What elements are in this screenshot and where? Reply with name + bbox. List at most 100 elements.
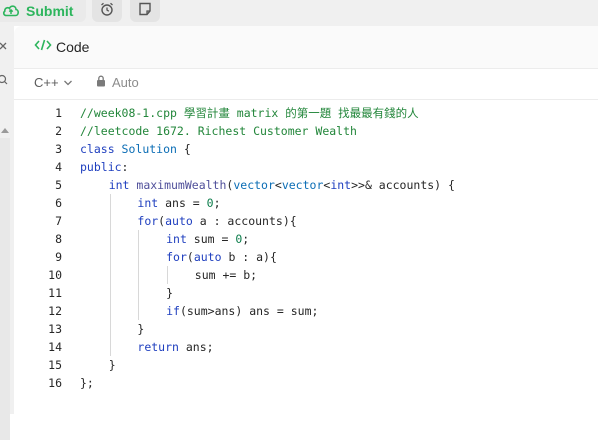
line-number: 13 bbox=[48, 322, 62, 336]
line-number: 5 bbox=[55, 178, 62, 192]
code-editor[interactable]: 1 //week08-1.cpp 學習計畫 matrix 的第一題 找最最有錢的人… bbox=[14, 104, 598, 414]
code-token: for bbox=[166, 250, 187, 264]
indent-guide bbox=[109, 194, 111, 212]
indent-guide bbox=[109, 248, 111, 266]
history-button[interactable] bbox=[92, 0, 122, 22]
indent-guide bbox=[109, 338, 111, 356]
code-line[interactable]: 9 for(auto b : a){ bbox=[14, 248, 598, 266]
code-token: int bbox=[108, 178, 137, 192]
close-icon[interactable] bbox=[0, 40, 10, 54]
indent-guide bbox=[138, 248, 140, 266]
search-icon[interactable] bbox=[0, 74, 10, 88]
line-number: 15 bbox=[48, 358, 62, 372]
code-token: 0 bbox=[206, 196, 214, 210]
code-text: return ans; bbox=[137, 338, 213, 356]
code-token: } bbox=[166, 286, 174, 300]
code-line[interactable]: 10 sum += b; bbox=[14, 266, 598, 284]
code-line[interactable]: 2 //leetcode 1672. Richest Customer Wealt… bbox=[14, 122, 598, 140]
code-token: sum += b; bbox=[194, 268, 258, 282]
line-number: 1 bbox=[55, 106, 62, 120]
line-number: 2 bbox=[55, 124, 62, 138]
auto-mode-toggle[interactable]: Auto bbox=[96, 75, 139, 90]
code-text: if(sum>ans) ans = sum; bbox=[166, 302, 318, 320]
alarm-clock-icon bbox=[99, 1, 115, 22]
code-line[interactable]: 3 class Solution { bbox=[14, 140, 598, 158]
code-token: } bbox=[137, 322, 145, 336]
code-token: sum = bbox=[193, 232, 236, 246]
submit-label: Submit bbox=[26, 3, 74, 19]
language-select[interactable]: C++ bbox=[34, 75, 73, 90]
code-token: int bbox=[330, 178, 352, 192]
line-number: 4 bbox=[55, 160, 62, 174]
indent-guide bbox=[109, 320, 111, 338]
code-token: int bbox=[166, 232, 194, 246]
line-number: 16 bbox=[48, 376, 62, 390]
code-text: int sum = 0; bbox=[166, 230, 249, 248]
code-text: //leetcode 1672. Richest Customer Wealth bbox=[80, 122, 357, 140]
code-line[interactable]: 6 int ans = 0; bbox=[14, 194, 598, 212]
code-text: }; bbox=[80, 374, 94, 392]
code-token: < bbox=[274, 178, 282, 192]
line-number: 11 bbox=[48, 286, 62, 300]
code-line[interactable]: 12 if(sum>ans) ans = sum; bbox=[14, 302, 598, 320]
code-token: (sum>ans) ans = sum; bbox=[179, 304, 319, 318]
line-number: 14 bbox=[48, 340, 62, 354]
code-token: ; bbox=[213, 196, 221, 210]
code-token: ; bbox=[242, 232, 250, 246]
line-number: 12 bbox=[48, 304, 62, 318]
code-text: sum += b; bbox=[195, 266, 257, 284]
submit-button[interactable]: Submit bbox=[0, 0, 86, 22]
code-line[interactable]: 4 public: bbox=[14, 158, 598, 176]
code-token: a : accounts){ bbox=[199, 214, 297, 228]
code-line[interactable]: 16}; bbox=[14, 374, 598, 392]
code-line[interactable]: 14 return ans; bbox=[14, 338, 598, 356]
code-token: if bbox=[166, 304, 180, 318]
code-token: >>& accounts) { bbox=[351, 178, 455, 192]
indent-guide bbox=[109, 230, 111, 248]
code-text: for(auto b : a){ bbox=[166, 248, 277, 266]
code-token: vector bbox=[233, 178, 275, 192]
code-token: //week08-1.cpp 學習計畫 matrix 的第一題 找最最有錢的人 bbox=[80, 106, 419, 120]
code-text: class Solution { bbox=[80, 140, 191, 158]
language-label: C++ bbox=[34, 75, 59, 90]
line-number: 6 bbox=[55, 196, 62, 210]
code-line[interactable]: 8 int sum = 0; bbox=[14, 230, 598, 248]
code-brackets-icon bbox=[34, 38, 52, 55]
indent-guide bbox=[109, 266, 111, 284]
scroll-up-arrow[interactable] bbox=[1, 128, 9, 133]
code-token: : bbox=[121, 160, 129, 174]
code-token: int bbox=[137, 196, 166, 210]
code-token: maximumWealth bbox=[136, 178, 227, 192]
cloud-upload-icon bbox=[2, 3, 20, 20]
code-line[interactable]: 1 //week08-1.cpp 學習計畫 matrix 的第一題 找最最有錢的人 bbox=[14, 104, 598, 122]
note-icon bbox=[137, 1, 153, 22]
scrollbar-track[interactable] bbox=[0, 138, 10, 440]
indent-guide bbox=[109, 284, 111, 302]
auto-label: Auto bbox=[112, 75, 139, 90]
code-text: //week08-1.cpp 學習計畫 matrix 的第一題 找最最有錢的人 bbox=[80, 104, 419, 122]
lock-icon bbox=[96, 75, 106, 90]
code-line[interactable]: 15} bbox=[14, 356, 598, 374]
tab-code[interactable]: Code bbox=[34, 38, 89, 55]
code-token: ans = bbox=[165, 196, 207, 210]
indent-guide bbox=[138, 230, 140, 248]
code-line[interactable]: 7 for(auto a : accounts){ bbox=[14, 212, 598, 230]
code-token: ( bbox=[186, 250, 194, 264]
notes-button[interactable] bbox=[130, 0, 160, 22]
code-token: } bbox=[108, 358, 116, 372]
code-panel: Code C++ Auto 1 //week08-1.cpp 學習計畫 matri… bbox=[14, 26, 598, 414]
code-text: } bbox=[166, 284, 173, 302]
chevron-down-icon bbox=[63, 75, 73, 90]
indent-guide bbox=[109, 212, 111, 230]
code-text: int maximumWealth(vector<vector<int>>& a… bbox=[109, 176, 455, 194]
code-token: for bbox=[137, 214, 159, 228]
code-token: auto bbox=[165, 214, 200, 228]
code-token: { bbox=[176, 142, 191, 156]
code-token: return bbox=[137, 340, 186, 354]
tab-code-label: Code bbox=[56, 38, 90, 55]
code-token: b : a){ bbox=[228, 250, 277, 264]
code-line[interactable]: 11} bbox=[14, 284, 598, 302]
code-line[interactable]: 13} bbox=[14, 320, 598, 338]
code-token: //leetcode 1672. Richest Customer Wealth bbox=[80, 124, 357, 138]
code-line[interactable]: 5 int maximumWealth(vector<vector<int>>& … bbox=[14, 176, 598, 194]
